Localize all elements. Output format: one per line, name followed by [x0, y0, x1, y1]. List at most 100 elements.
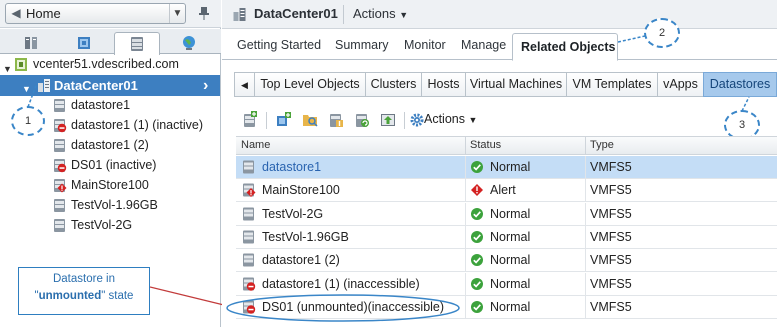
tree-item-datastore[interactable]: TestVol-1.96GB: [0, 196, 220, 215]
chevron-right-icon[interactable]: ›: [203, 75, 208, 96]
register-vm-icon[interactable]: [276, 111, 292, 128]
table-row[interactable]: TestVol-2G Normal VMFS5: [236, 202, 777, 226]
increase-capacity-icon[interactable]: [328, 111, 344, 128]
table-row[interactable]: datastore1 Normal VMFS5: [236, 156, 777, 179]
note-line: Datastore in: [52, 273, 115, 285]
note-emphasis: unmounted: [38, 290, 102, 302]
tab-monitor[interactable]: Monitor: [404, 38, 446, 52]
callout-badge: 1: [11, 106, 45, 136]
upload-icon[interactable]: [380, 111, 396, 128]
cell-type: VMFS5: [590, 229, 632, 244]
subtab-virtual-machines[interactable]: Virtual Machines: [465, 72, 566, 97]
actions-menu[interactable]: Actions ▼: [353, 6, 408, 21]
column-header-name[interactable]: Name: [241, 139, 270, 151]
datastore-inactive-icon: [54, 119, 67, 133]
gear-icon[interactable]: [410, 113, 424, 127]
subtab-hosts[interactable]: Hosts: [421, 72, 465, 97]
cell-name: MainStore100: [262, 183, 340, 198]
normal-status-icon: [471, 277, 483, 290]
note-line: "unmounted" state: [19, 290, 149, 302]
cell-name: datastore1 (2): [262, 253, 340, 268]
callout-badge: 2: [644, 18, 680, 48]
navigator-panel: ◀ Home ▼ ▼ vcenter51.vdescribed.com ▼ Da…: [0, 0, 221, 327]
chevron-left-icon: ◀: [241, 80, 248, 90]
hosts-clusters-icon: [25, 37, 37, 49]
tree-item-datastore[interactable]: DS01 (inactive): [0, 156, 220, 175]
callout-pointer: [618, 35, 646, 43]
cell-type: VMFS5: [590, 206, 632, 221]
tree-item-datastore[interactable]: TestVol-2G: [0, 216, 220, 235]
cell-status: Normal: [490, 160, 531, 174]
tree-label: datastore1 (2): [71, 138, 149, 152]
normal-status-icon: [471, 300, 483, 313]
subtab-vapps[interactable]: vApps: [657, 72, 703, 97]
datastore-icon: [54, 199, 65, 212]
column-resize-handle[interactable]: [585, 137, 586, 155]
refresh-capacity-icon[interactable]: [354, 111, 370, 128]
tab-summary[interactable]: Summary: [335, 38, 388, 52]
tab-hosts-clusters[interactable]: [8, 32, 54, 54]
chevron-down-icon[interactable]: ▼: [169, 4, 185, 23]
table-row[interactable]: datastore1 (2) Normal VMFS5: [236, 249, 777, 273]
related-object-tabs: ◀ Top Level Objects Clusters Hosts Virtu…: [234, 72, 777, 97]
divider: [404, 112, 405, 129]
network-globe-icon: [183, 36, 195, 50]
callout-pointer: [27, 82, 38, 108]
home-history-button[interactable]: ◀ Home ▼: [5, 3, 186, 24]
table-row[interactable]: MainStore100 Alert VMFS5: [236, 179, 777, 203]
tree-label: vcenter51.vdescribed.com: [33, 57, 179, 71]
new-datastore-icon[interactable]: [242, 111, 258, 128]
tab-manage[interactable]: Manage: [461, 38, 506, 52]
table-row[interactable]: TestVol-1.96GB Normal VMFS5: [236, 225, 777, 249]
subtab-vm-templates[interactable]: VM Templates: [566, 72, 657, 97]
cell-type: VMFS5: [590, 160, 632, 174]
subtab-clusters[interactable]: Clusters: [365, 72, 421, 97]
content-panel: DataCenter01 Actions ▼ Getting Started S…: [222, 0, 777, 327]
subtab-top-level-objects[interactable]: Top Level Objects: [254, 72, 365, 97]
subtab-datastores[interactable]: Datastores: [703, 72, 777, 97]
datastore-icon: [54, 99, 65, 112]
column-resize-handle[interactable]: [465, 137, 466, 155]
tab-getting-started[interactable]: Getting Started: [237, 38, 321, 52]
column-header-status[interactable]: Status: [470, 139, 501, 151]
cell-status: Normal: [490, 276, 531, 291]
datastore-inactive-icon: [243, 277, 256, 291]
datastore-alert-icon: [243, 183, 256, 198]
browse-files-icon[interactable]: [302, 111, 318, 128]
tab-storage[interactable]: [114, 32, 160, 55]
tab-related-objects[interactable]: Related Objects: [512, 33, 618, 61]
divider: [465, 179, 466, 203]
chevron-down-icon: ▼: [468, 115, 478, 125]
column-header-type[interactable]: Type: [590, 139, 614, 151]
tree-item-datastore[interactable]: datastore1 (2): [0, 136, 220, 155]
divider: [465, 249, 466, 273]
divider: [585, 249, 586, 273]
object-title-bar: DataCenter01 Actions ▼: [222, 0, 777, 29]
divider: [585, 295, 586, 319]
datacenter-icon: [233, 8, 246, 21]
inventory-view-tabs: [0, 29, 221, 55]
cell-type: VMFS5: [590, 183, 632, 198]
tree-label: MainStore100: [71, 178, 149, 192]
main-tabs: Getting Started Summary Monitor Manage R…: [222, 30, 777, 61]
divider: [343, 5, 344, 24]
home-label: Home: [26, 6, 61, 21]
alert-status-icon: [471, 184, 483, 197]
back-arrow-icon[interactable]: ◀: [8, 5, 24, 22]
scroll-left-button[interactable]: ◀: [234, 72, 254, 97]
table-header: Name Status Type: [236, 136, 777, 155]
actions-menu[interactable]: Actions ▼: [424, 112, 477, 126]
highlight-ellipse: [226, 294, 460, 322]
divider: [465, 202, 466, 226]
pin-icon[interactable]: [197, 6, 211, 22]
cell-name: TestVol-2G: [262, 206, 324, 221]
divider: [465, 225, 466, 249]
tree-item-datastore[interactable]: MainStore100: [0, 176, 220, 195]
tree-item-vcenter[interactable]: ▼ vcenter51.vdescribed.com: [0, 55, 220, 74]
datastore-icon: [243, 160, 254, 174]
tab-networking[interactable]: [166, 32, 212, 54]
tab-vms-templates[interactable]: [61, 32, 107, 54]
datastore-toolbar: Actions ▼: [236, 110, 776, 132]
tree-label: TestVol-1.96GB: [71, 198, 158, 212]
datastore-alert-icon: [54, 179, 67, 193]
